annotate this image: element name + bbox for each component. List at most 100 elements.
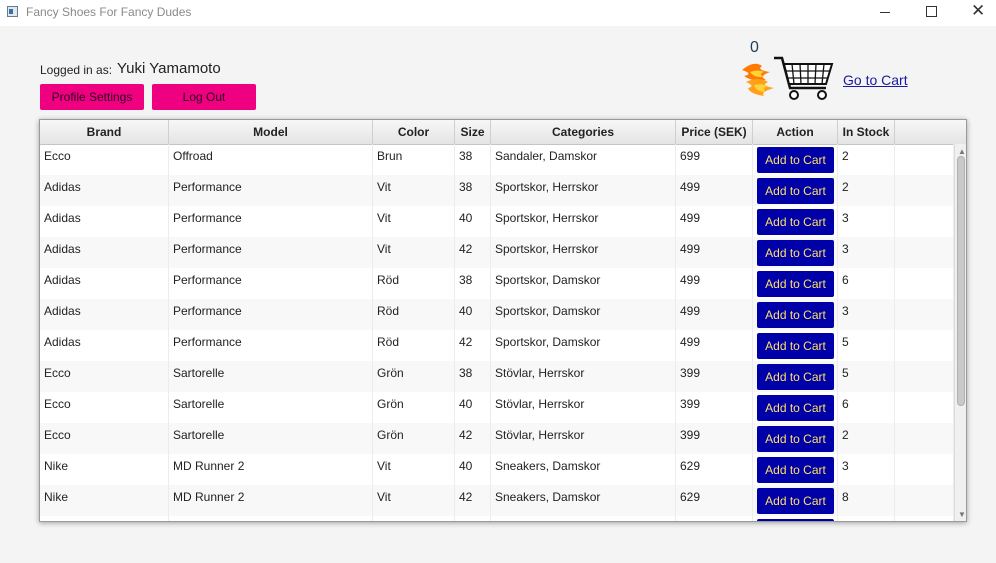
stock-cell: 3 (838, 206, 895, 237)
filler-cell (895, 206, 954, 237)
table-row[interactable] (40, 516, 954, 521)
add-to-cart-button[interactable]: Add to Cart (757, 209, 834, 235)
header-brand[interactable]: Brand (40, 120, 169, 144)
categories-cell: Stövlar, Herrskor (491, 361, 676, 392)
action-cell: Add to Cart (753, 175, 838, 206)
empty-cell (753, 516, 838, 521)
header-size[interactable]: Size (455, 120, 491, 144)
size-cell: 40 (455, 454, 491, 485)
action-cell: Add to Cart (753, 237, 838, 268)
table-row[interactable]: Adidas Performance Vit 40 Sportskor, Herrsko… (40, 206, 954, 237)
size-cell: 42 (455, 485, 491, 516)
empty-cell (40, 516, 169, 521)
header-color[interactable]: Color (373, 120, 455, 144)
model-cell: Performance (169, 206, 373, 237)
price-cell: 699 (676, 144, 753, 175)
close-icon: ✕ (971, 1, 986, 20)
empty-cell (455, 516, 491, 521)
header-action[interactable]: Action (753, 120, 838, 144)
categories-cell: Sneakers, Damskor (491, 454, 676, 485)
add-to-cart-button[interactable]: Add to Cart (757, 147, 834, 173)
color-cell: Vit (373, 206, 455, 237)
table-row[interactable]: Adidas Performance Röd 40 Sportskor, Damskor… (40, 299, 954, 330)
table-row[interactable]: Nike MD Runner 2 Vit 40 Sneakers, Damskor 629… (40, 454, 954, 485)
header-in-stock[interactable]: In Stock (838, 120, 895, 144)
table-row[interactable]: Adidas Performance Vit 42 Sportskor, Herrsko… (40, 237, 954, 268)
add-to-cart-button[interactable] (757, 519, 834, 521)
scrollbar-thumb[interactable] (957, 156, 965, 406)
add-to-cart-button[interactable]: Add to Cart (757, 457, 834, 483)
price-cell: 499 (676, 299, 753, 330)
price-cell: 499 (676, 330, 753, 361)
stock-cell: 3 (838, 237, 895, 268)
scroll-up-icon[interactable]: ▲ (958, 148, 966, 156)
table-row[interactable]: Adidas Performance Röd 42 Sportskor, Damskor… (40, 330, 954, 361)
table-row[interactable]: Ecco Offroad Brun 38 Sandaler, Damskor 699 Add… (40, 144, 954, 175)
categories-cell: Sportskor, Herrskor (491, 206, 676, 237)
filler-cell (895, 144, 954, 175)
vertical-scrollbar[interactable]: ▲ ▼ (954, 144, 966, 521)
window-title: Fancy Shoes For Fancy Dudes (26, 5, 192, 19)
color-cell: Röd (373, 299, 455, 330)
filler-cell (895, 361, 954, 392)
size-cell: 42 (455, 423, 491, 454)
model-cell: Sartorelle (169, 423, 373, 454)
go-to-cart-link[interactable]: Go to Cart (843, 72, 908, 88)
color-cell: Grön (373, 361, 455, 392)
close-button[interactable]: ✕ (954, 0, 996, 26)
price-cell: 399 (676, 392, 753, 423)
logged-in-label: Logged in as: (40, 63, 113, 77)
categories-cell: Sportskor, Damskor (491, 268, 676, 299)
empty-cell (895, 516, 954, 521)
filler-cell (895, 175, 954, 206)
empty-cell (676, 516, 753, 521)
table-row[interactable]: Adidas Performance Röd 38 Sportskor, Damskor… (40, 268, 954, 299)
table-row[interactable]: Ecco Sartorelle Grön 40 Stövlar, Herrskor 399… (40, 392, 954, 423)
model-cell: MD Runner 2 (169, 485, 373, 516)
categories-cell: Sportskor, Herrskor (491, 237, 676, 268)
categories-cell: Sportskor, Herrskor (491, 175, 676, 206)
scroll-down-icon[interactable]: ▼ (958, 511, 966, 519)
action-cell: Add to Cart (753, 299, 838, 330)
categories-cell: Sportskor, Damskor (491, 330, 676, 361)
size-cell: 38 (455, 144, 491, 175)
add-to-cart-button[interactable]: Add to Cart (757, 271, 834, 297)
add-to-cart-button[interactable]: Add to Cart (757, 240, 834, 266)
table-row[interactable]: Adidas Performance Vit 38 Sportskor, Herrsko… (40, 175, 954, 206)
stock-cell: 2 (838, 423, 895, 454)
add-to-cart-button[interactable]: Add to Cart (757, 302, 834, 328)
brand-cell: Ecco (40, 423, 169, 454)
add-to-cart-button[interactable]: Add to Cart (757, 364, 834, 390)
table-row[interactable]: Nike MD Runner 2 Vit 42 Sneakers, Damskor 629… (40, 485, 954, 516)
profile-settings-button[interactable]: Profile Settings (40, 84, 144, 110)
brand-cell: Ecco (40, 361, 169, 392)
logout-button[interactable]: Log Out (152, 84, 256, 110)
table-body: Ecco Offroad Brun 38 Sandaler, Damskor 699 Add… (40, 144, 954, 521)
action-cell: Add to Cart (753, 454, 838, 485)
maximize-button[interactable] (908, 0, 954, 26)
header-price[interactable]: Price (SEK) (676, 120, 753, 144)
model-cell: Performance (169, 330, 373, 361)
header-categories[interactable]: Categories (491, 120, 676, 144)
price-cell: 629 (676, 454, 753, 485)
minimize-button[interactable] (862, 0, 908, 26)
user-name: Yuki Yamamoto (117, 60, 221, 77)
action-cell: Add to Cart (753, 361, 838, 392)
table-row[interactable]: Ecco Sartorelle Grön 38 Stövlar, Herrskor 399… (40, 361, 954, 392)
size-cell: 40 (455, 206, 491, 237)
table-row[interactable]: Ecco Sartorelle Grön 42 Stövlar, Herrskor 399… (40, 423, 954, 454)
filler-cell (895, 454, 954, 485)
color-cell: Brun (373, 144, 455, 175)
size-cell: 42 (455, 237, 491, 268)
header-model[interactable]: Model (169, 120, 373, 144)
empty-cell (491, 516, 676, 521)
action-cell: Add to Cart (753, 330, 838, 361)
add-to-cart-button[interactable]: Add to Cart (757, 426, 834, 452)
action-cell: Add to Cart (753, 485, 838, 516)
add-to-cart-button[interactable]: Add to Cart (757, 178, 834, 204)
add-to-cart-button[interactable]: Add to Cart (757, 488, 834, 514)
add-to-cart-button[interactable]: Add to Cart (757, 395, 834, 421)
add-to-cart-button[interactable]: Add to Cart (757, 333, 834, 359)
brand-cell: Adidas (40, 175, 169, 206)
stock-cell: 5 (838, 361, 895, 392)
